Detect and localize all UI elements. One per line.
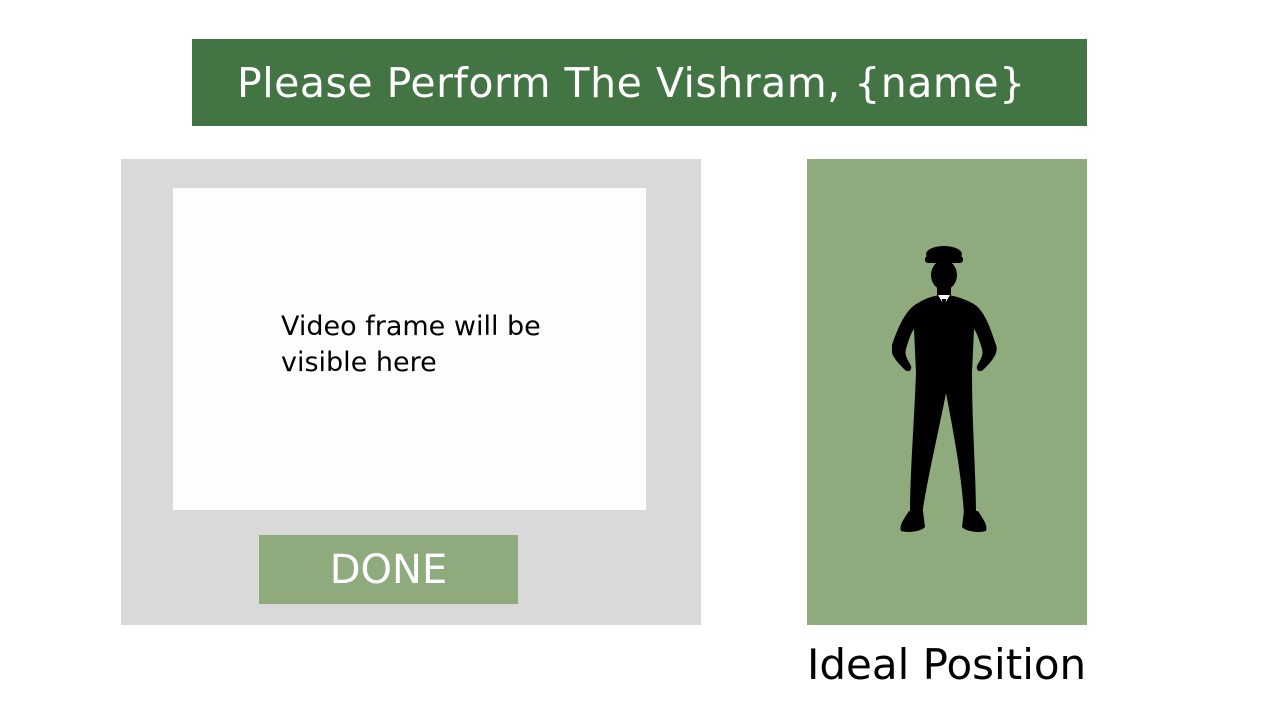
video-frame: Video frame will be visible here [173,188,646,510]
video-placeholder-text: Video frame will be visible here [281,311,541,378]
ideal-position-panel [807,159,1087,625]
soldier-silhouette-icon [892,246,997,532]
header-banner: Please Perform The Vishram, {name} [192,39,1087,126]
ideal-position-label: Ideal Position [807,640,1087,689]
capture-panel: Video frame will be visible here DONE [121,159,701,625]
vishram-screen: Please Perform The Vishram, {name} Video… [0,0,1280,720]
done-button[interactable]: DONE [259,535,518,604]
page-title: Please Perform The Vishram, {name} [237,58,1026,107]
